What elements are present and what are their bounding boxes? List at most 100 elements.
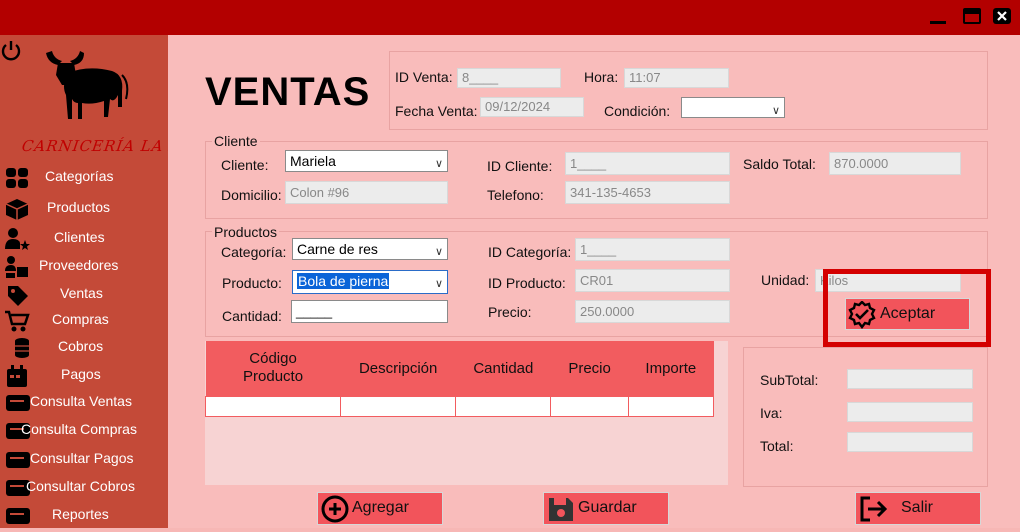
col-descripcion[interactable]: Descripción [341,341,456,396]
chevron-down-icon: ∨ [771,105,780,117]
condicion-select[interactable]: ∨ [681,97,785,118]
subtotal-label: SubTotal: [760,372,819,388]
hora-field[interactable]: 11:07 [624,68,729,88]
agregar-button[interactable]: Agregar [317,492,443,525]
sidebar-item-consultar-pagos[interactable]: Consultar Pagos [0,447,168,471]
col-codigo-producto[interactable]: Código Producto [206,341,341,396]
table-cell[interactable] [204,395,342,417]
precio-field[interactable]: 250.0000 [575,300,730,323]
sidebar-item-label: Proveedores [39,257,119,273]
producto-value: Bola de pierna [297,273,390,289]
power-icon[interactable] [0,39,22,61]
total-field[interactable] [847,432,973,452]
sidebar-item-consulta-compras[interactable]: Consulta Compras [0,418,168,442]
domicilio-field[interactable]: Colon #96 [285,181,448,204]
sidebar-item-label: Reportes [52,506,109,522]
sidebar-item-label: Consulta Compras [21,421,137,437]
col-cantidad[interactable]: Cantidad [456,341,551,396]
bull-logo-icon [38,47,130,137]
id-producto-field[interactable]: CR01 [575,269,730,292]
cliente-value: Mariela [290,153,336,169]
sidebar-item-consultar-cobros[interactable]: Consultar Cobros [0,475,168,499]
categoria-value: Carne de res [297,241,378,257]
sidebar-item-label: Pagos [61,366,101,382]
producto-select[interactable]: Bola de pierna ∨ [292,270,448,294]
sidebar-item-ventas[interactable]: Ventas [0,282,168,306]
header-box [389,51,988,130]
condicion-label: Condición: [604,103,671,119]
sidebar-item-consulta-ventas[interactable]: Consulta Ventas [0,390,168,414]
box-icon [4,197,30,221]
sidebar-item-proveedores[interactable]: Proveedores [0,254,168,278]
precio-label: Precio: [488,304,532,320]
cantidad-label: Cantidad: [222,308,282,324]
telefono-field[interactable]: 341-135-4653 [565,181,730,204]
sidebar-item-cobros[interactable]: Cobros [0,335,168,359]
maximize-icon[interactable] [962,7,982,25]
cliente-select[interactable]: Mariela ∨ [285,150,448,172]
iva-field[interactable] [847,402,973,422]
save-icon [546,495,576,523]
id-producto-label: ID Producto: [488,275,566,291]
total-label: Total: [760,438,794,454]
table-cell[interactable] [455,395,552,417]
col-importe[interactable]: Importe [628,341,713,396]
chevron-down-icon: ∨ [434,246,443,258]
sidebar-item-label: Consultar Pagos [30,450,134,466]
close-icon[interactable] [992,7,1012,25]
saldo-total-label: Saldo Total: [743,156,816,172]
minimize-icon[interactable] [928,7,948,25]
sidebar-item-label: Consultar Cobros [26,478,135,494]
title-bar [0,0,1020,35]
hora-label: Hora: [584,69,619,85]
salir-button[interactable]: Salir [855,492,981,525]
exit-icon [858,495,890,523]
id-categoria-field[interactable]: 1____ [575,238,730,261]
sidebar-item-compras[interactable]: Compras [0,308,168,332]
sidebar: CARNICERÍA LA XVI Categorías Productos C… [0,35,201,528]
fecha-venta-field[interactable]: 09/12/2024 [480,97,584,117]
domicilio-label: Domicilio: [221,187,282,203]
page-title: VENTAS [205,70,371,114]
id-categoria-label: ID Categoría: [488,244,572,260]
saldo-total-field[interactable]: 870.0000 [829,152,961,175]
chevron-down-icon: ∨ [434,158,443,170]
cantidad-input[interactable]: _____ [291,300,448,323]
fecha-venta-label: Fecha Venta: [395,103,478,119]
cart-icon [4,309,30,333]
sidebar-item-productos[interactable]: Productos [0,196,168,220]
guardar-label: Guardar [578,499,637,516]
id-cliente-field[interactable]: 1____ [565,152,730,175]
sidebar-item-categorias[interactable]: Categorías [0,165,168,189]
calendar-pay-icon [4,364,30,388]
unidad-label: Unidad: [761,272,810,288]
sidebar-item-label: Categorías [45,168,114,184]
categoria-select[interactable]: Carne de res ∨ [292,238,448,260]
grid-icon [4,166,30,190]
productos-group-label: Productos [212,224,280,240]
guardar-button[interactable]: Guardar [543,492,669,525]
report-icon [4,504,30,528]
tag-icon [4,283,30,307]
id-venta-field[interactable]: 8____ [457,68,561,88]
table-row[interactable] [204,395,715,417]
subtotal-field[interactable] [847,369,973,389]
report-icon [4,391,30,415]
table-cell[interactable] [340,395,457,417]
detail-table: Código Producto Descripción Cantidad Pre… [204,341,715,417]
sidebar-item-pagos[interactable]: Pagos [0,363,168,387]
sidebar-item-reportes[interactable]: Reportes [0,503,168,527]
iva-label: Iva: [760,405,783,421]
aceptar-label: Aceptar [880,305,936,322]
sidebar-item-label: Clientes [54,229,105,245]
aceptar-button[interactable]: Aceptar [845,298,970,330]
producto-label: Producto: [222,275,282,291]
table-cell[interactable] [627,395,715,417]
col-precio[interactable]: Precio [551,341,628,396]
users-star-icon [4,227,30,251]
sidebar-item-clientes[interactable]: Clientes [0,226,168,250]
table-cell[interactable] [550,395,629,417]
telefono-label: Telefono: [487,187,544,203]
report-icon [4,448,30,472]
categoria-label: Categoría: [221,244,287,260]
